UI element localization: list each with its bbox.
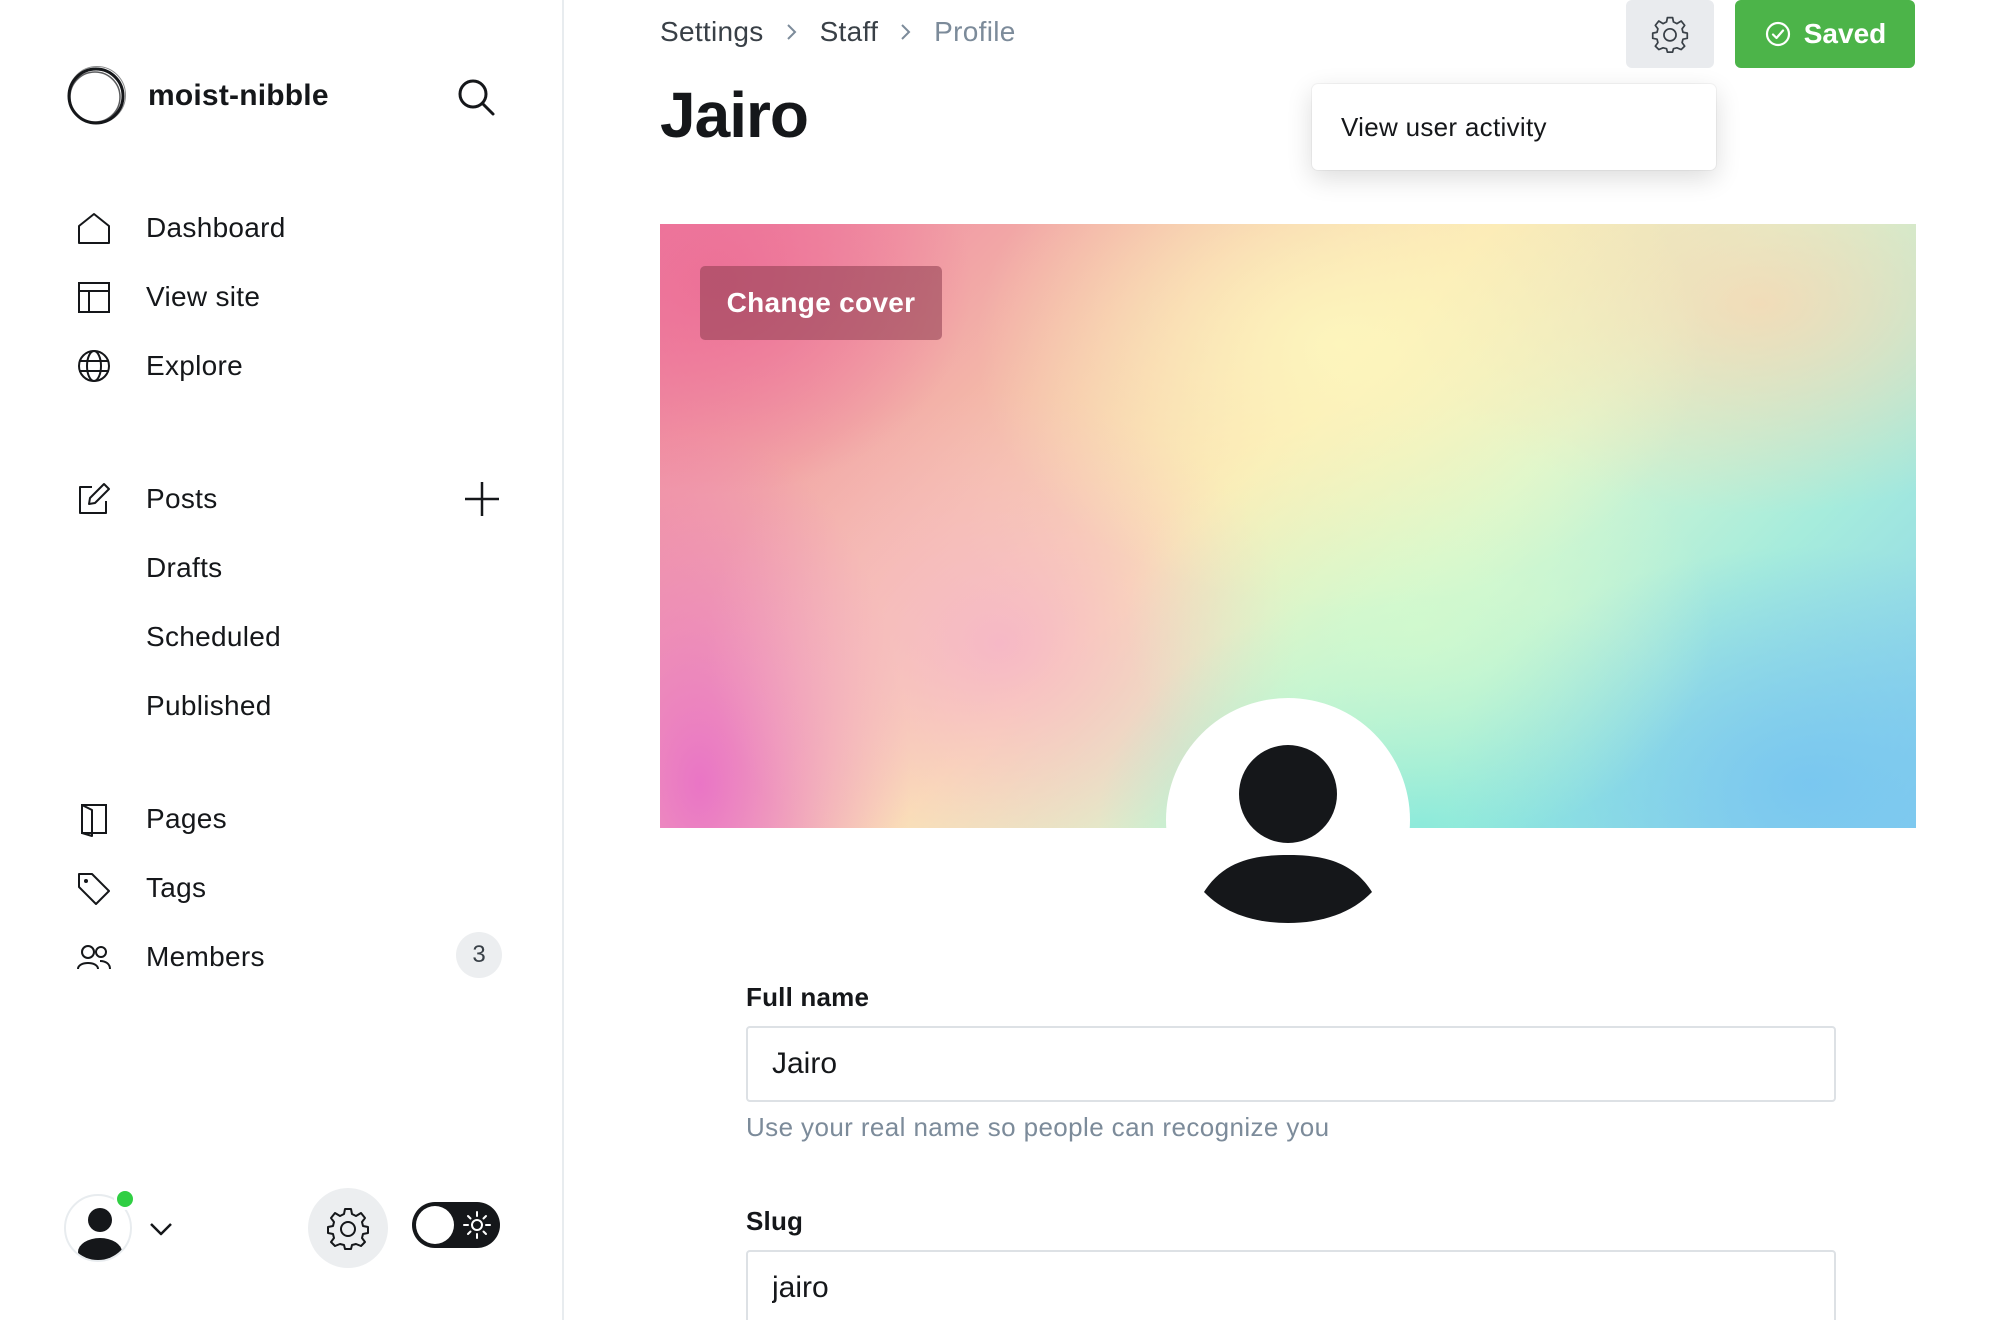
nav-posts[interactable]: Posts: [76, 477, 506, 521]
nav-explore[interactable]: Explore: [76, 344, 506, 388]
page-icon: [76, 801, 112, 837]
globe-icon: [76, 348, 112, 384]
full-name-label: Full name: [746, 982, 870, 1012]
nav-dashboard[interactable]: Dashboard: [76, 206, 506, 250]
saved-label: Saved: [1803, 18, 1887, 49]
change-cover-button[interactable]: Change cover: [700, 266, 942, 340]
brand[interactable]: moist-nibble: [64, 64, 329, 128]
sun-icon: [463, 1211, 491, 1239]
site-logo-icon: [67, 66, 126, 125]
gear-icon: [1651, 16, 1689, 53]
tag-icon: [76, 870, 112, 906]
nav-published-label: Published: [146, 690, 272, 721]
breadcrumb-settings[interactable]: Settings: [660, 16, 764, 48]
nav-scheduled[interactable]: Scheduled: [76, 615, 506, 659]
search-icon[interactable]: [455, 76, 497, 118]
saved-button[interactable]: Saved: [1735, 0, 1915, 68]
nav-view-site-label: View site: [146, 281, 261, 312]
nav-posts-label: Posts: [146, 483, 218, 514]
online-status-dot: [114, 1188, 136, 1210]
chevron-right-icon: [901, 24, 911, 40]
page-title: Jairo: [660, 79, 809, 151]
layout-icon: [76, 279, 112, 315]
nav-members-label: Members: [146, 941, 265, 972]
edit-icon: [76, 481, 112, 517]
nav-drafts-label: Drafts: [146, 552, 223, 583]
nav-pages-label: Pages: [146, 803, 227, 834]
check-circle-icon: [1765, 21, 1790, 47]
members-icon: [76, 939, 112, 975]
nav-dashboard-label: Dashboard: [146, 212, 286, 243]
full-name-input[interactable]: [746, 1026, 1836, 1102]
nav-explore-label: Explore: [146, 350, 244, 381]
home-icon: [76, 210, 112, 246]
slug-label: Slug: [746, 1206, 804, 1236]
user-actions-menu: View user activity: [1312, 84, 1716, 170]
full-name-hint: Use your real name so people can recogni…: [746, 1112, 1330, 1142]
user-avatar-icon: [1204, 745, 1372, 923]
nav-pages[interactable]: Pages: [76, 797, 506, 841]
slug-input[interactable]: [746, 1250, 1836, 1320]
nav-tags-label: Tags: [146, 872, 207, 903]
nav-published[interactable]: Published: [76, 684, 506, 728]
nav-tags[interactable]: Tags: [76, 866, 506, 910]
chevron-right-icon: [786, 24, 796, 40]
chevron-down-icon[interactable]: [146, 1214, 176, 1244]
gear-icon: [327, 1208, 369, 1250]
profile-avatar[interactable]: [1166, 698, 1410, 942]
breadcrumb-staff[interactable]: Staff: [820, 16, 879, 48]
breadcrumb: Settings Staff Profile: [660, 16, 1016, 48]
theme-toggle[interactable]: [412, 1202, 500, 1248]
breadcrumb-profile: Profile: [934, 16, 1016, 47]
toggle-knob: [416, 1206, 454, 1244]
user-actions-button[interactable]: [1626, 0, 1714, 68]
nav-view-site[interactable]: View site: [76, 275, 506, 319]
nav-scheduled-label: Scheduled: [146, 621, 282, 652]
sidebar: moist-nibble Dashboard View site Explore: [0, 0, 564, 1320]
add-post-icon[interactable]: [462, 479, 502, 519]
app: moist-nibble Dashboard View site Explore: [0, 0, 2000, 1320]
settings-button[interactable]: [308, 1188, 388, 1268]
nav-members[interactable]: Members: [76, 935, 506, 979]
view-user-activity-item[interactable]: View user activity: [1312, 84, 1716, 170]
nav-drafts[interactable]: Drafts: [76, 546, 506, 590]
members-count-badge: 3: [456, 932, 502, 978]
site-name: moist-nibble: [148, 79, 329, 112]
